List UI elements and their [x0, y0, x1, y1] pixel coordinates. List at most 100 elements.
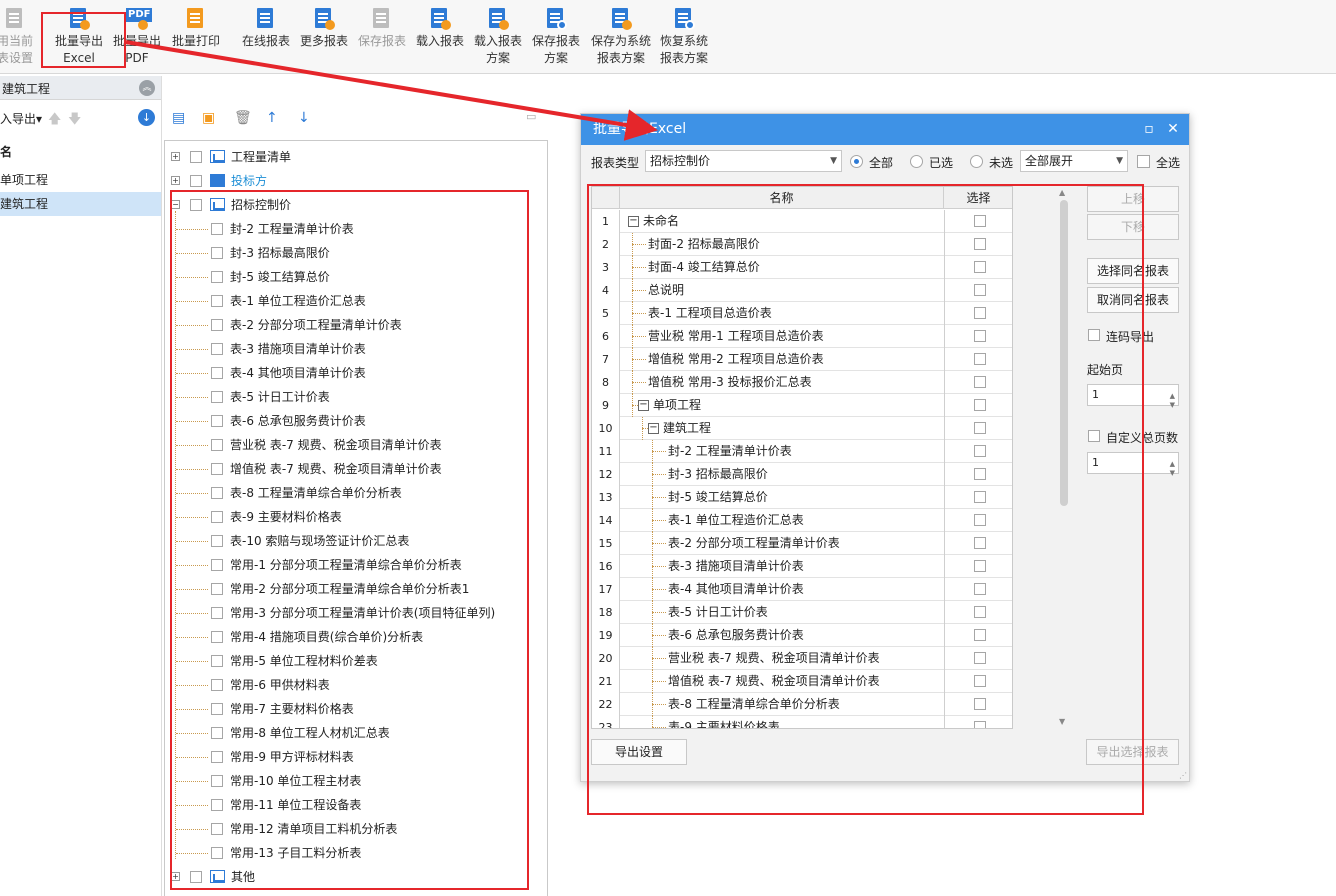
tree-checkbox[interactable] [211, 631, 223, 643]
row-select-checkbox[interactable] [974, 238, 986, 250]
row-select-checkbox[interactable] [974, 491, 986, 503]
scroll-thumb[interactable] [1060, 200, 1068, 506]
move-down-icon[interactable]: ↓ [298, 110, 310, 126]
tree-checkbox[interactable] [211, 319, 223, 331]
collapse-icon[interactable]: − [638, 400, 649, 411]
select-all-checkbox[interactable] [1137, 155, 1150, 168]
grid-row[interactable]: 10 − 建筑工程 [592, 417, 1012, 440]
row-select-checkbox[interactable] [974, 652, 986, 664]
radio-selected[interactable] [910, 155, 923, 168]
grid-row[interactable]: 22 表-8 工程量清单综合单价分析表 [592, 693, 1012, 716]
tree-leaf[interactable]: 常用-4 措施项目费(综合单价)分析表 [165, 625, 545, 649]
arrow-up-icon[interactable]: 🡅 [48, 110, 61, 132]
row-select-checkbox[interactable] [974, 261, 986, 273]
tree-checkbox[interactable] [190, 175, 202, 187]
tree-checkbox[interactable] [211, 367, 223, 379]
batch-print-button[interactable]: 批量打印 [167, 8, 225, 50]
tree-leaf[interactable]: 表-5 计日工计价表 [165, 385, 545, 409]
tree-checkbox[interactable] [211, 751, 223, 763]
expand-icon[interactable]: + [171, 152, 180, 161]
tree-leaf[interactable]: 常用-13 子目工料分析表 [165, 841, 545, 865]
tree-leaf[interactable]: 封-5 竣工结算总价 [165, 265, 545, 289]
tree-checkbox[interactable] [211, 343, 223, 355]
tree-checkbox[interactable] [211, 391, 223, 403]
grid-row[interactable]: 5 表-1 工程项目总造价表 [592, 302, 1012, 325]
more-reports-button[interactable]: 更多报表 [295, 8, 353, 50]
tree-leaf[interactable]: 常用-11 单位工程设备表 [165, 793, 545, 817]
row-select-checkbox[interactable] [974, 629, 986, 641]
start-page-spinner[interactable]: 1 ▲ ▼ [1087, 384, 1179, 409]
move-up-button[interactable]: 上移 [1087, 186, 1179, 212]
collapse-icon[interactable]: − [628, 216, 639, 227]
scroll-up-icon[interactable]: ▲ [1059, 188, 1065, 197]
tree-leaf[interactable]: 营业税 表-7 规费、税金项目清单计价表 [165, 433, 545, 457]
tree-checkbox[interactable] [211, 679, 223, 691]
row-select-checkbox[interactable] [974, 445, 986, 457]
grid-row[interactable]: 13 封-5 竣工结算总价 [592, 486, 1012, 509]
row-select-checkbox[interactable] [974, 583, 986, 595]
tree-leaf[interactable]: 常用-1 分部分项工程量清单综合单价分析表 [165, 553, 545, 577]
grid-row[interactable]: 15 表-2 分部分项工程量清单计价表 [592, 532, 1012, 555]
tree-leaf[interactable]: 常用-5 单位工程材料价差表 [165, 649, 545, 673]
grid-scrollbar[interactable]: ▲ ▼ [1057, 186, 1071, 729]
custom-total-pages-checkbox[interactable] [1088, 430, 1100, 442]
row-select-checkbox[interactable] [974, 376, 986, 388]
radio-all[interactable] [850, 155, 863, 168]
batch-export-pdf-button[interactable]: PDF 批量导出 PDF [108, 8, 166, 67]
row-select-checkbox[interactable] [974, 399, 986, 411]
row-select-checkbox[interactable] [974, 560, 986, 572]
row-select-checkbox[interactable] [974, 215, 986, 227]
batch-export-excel-button[interactable]: 批量导出 Excel [50, 8, 108, 67]
grid-row[interactable]: 7 增值税 常用-2 工程项目总造价表 [592, 348, 1012, 371]
tree-checkbox[interactable] [211, 703, 223, 715]
load-report-button[interactable]: 载入报表 [411, 8, 469, 50]
tree-checkbox[interactable] [211, 727, 223, 739]
tree-node[interactable]: + 其他 [165, 865, 545, 889]
row-select-checkbox[interactable] [974, 330, 986, 342]
tree-leaf[interactable]: 表-9 主要材料价格表 [165, 505, 545, 529]
row-select-checkbox[interactable] [974, 284, 986, 296]
export-selected-reports-button[interactable]: 导出选择报表 [1086, 739, 1179, 765]
row-select-checkbox[interactable] [974, 353, 986, 365]
tree-checkbox[interactable] [211, 655, 223, 667]
tree-checkbox[interactable] [211, 271, 223, 283]
row-select-checkbox[interactable] [974, 698, 986, 710]
left-item-building-project[interactable]: 建筑工程 [0, 192, 161, 216]
tree-node[interactable]: − 招标控制价 [165, 193, 545, 217]
grid-row[interactable]: 19 表-6 总承包服务费计价表 [592, 624, 1012, 647]
grid-row[interactable]: 8 增值税 常用-3 投标报价汇总表 [592, 371, 1012, 394]
maximize-icon[interactable]: ▫ [1139, 114, 1159, 145]
save-report-button[interactable]: 保存报表 [353, 8, 411, 50]
load-report-scheme-button[interactable]: 载入报表 方案 [469, 8, 527, 67]
grid-row[interactable]: 12 封-3 招标最高限价 [592, 463, 1012, 486]
tree-checkbox[interactable] [211, 535, 223, 547]
grid-row[interactable]: 1− 未命名 [592, 210, 1012, 233]
save-as-system-scheme-button[interactable]: 保存为系统 报表方案 [590, 8, 652, 67]
tree-checkbox[interactable] [211, 247, 223, 259]
grid-row[interactable]: 3 封面-4 竣工结算总价 [592, 256, 1012, 279]
tree-leaf[interactable]: 常用-6 甲供材料表 [165, 673, 545, 697]
online-report-button[interactable]: 在线报表 [237, 8, 295, 50]
row-select-checkbox[interactable] [974, 606, 986, 618]
continuous-export-checkbox[interactable] [1088, 329, 1100, 341]
tree-leaf[interactable]: 常用-8 单位工程人材机汇总表 [165, 721, 545, 745]
row-select-checkbox[interactable] [974, 675, 986, 687]
close-icon[interactable]: ✕ [1163, 114, 1183, 145]
tree-leaf[interactable]: 增值税 表-7 规费、税金项目清单计价表 [165, 457, 545, 481]
row-select-checkbox[interactable] [974, 537, 986, 549]
grid-row[interactable]: 20 营业税 表-7 规费、税金项目清单计价表 [592, 647, 1012, 670]
tree-leaf[interactable]: 表-6 总承包服务费计价表 [165, 409, 545, 433]
tree-checkbox[interactable] [211, 295, 223, 307]
tree-leaf[interactable]: 封-3 招标最高限价 [165, 241, 545, 265]
tree-leaf[interactable]: 表-10 索赔与现场签证计价汇总表 [165, 529, 545, 553]
add-folder-icon[interactable]: ▣ [202, 110, 215, 126]
tree-checkbox[interactable] [211, 823, 223, 835]
tree-checkbox[interactable] [211, 847, 223, 859]
expand-icon[interactable]: + [171, 872, 180, 881]
tree-leaf[interactable]: 表-1 单位工程造价汇总表 [165, 289, 545, 313]
grid-row[interactable]: 2 封面-2 招标最高限价 [592, 233, 1012, 256]
grid-row[interactable]: 4 总说明 [592, 279, 1012, 302]
arrow-down-icon[interactable]: 🡇 [68, 110, 81, 132]
delete-icon[interactable]: 🗑 [234, 110, 252, 126]
row-select-checkbox[interactable] [974, 422, 986, 434]
